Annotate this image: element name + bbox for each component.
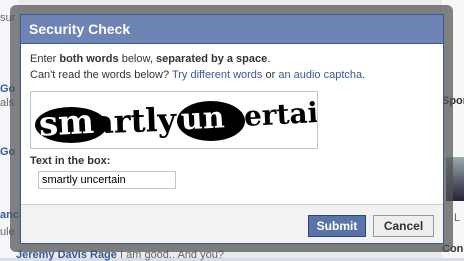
svg-text:un: un <box>180 100 226 137</box>
security-check-dialog: Security Check Enter both words below, s… <box>20 14 444 244</box>
submit-button[interactable]: Submit <box>308 215 366 237</box>
instruction-suffix: . <box>267 53 271 65</box>
captcha-input[interactable]: smartly uncertain <box>38 171 176 189</box>
bg-text: L <box>454 212 461 224</box>
help-middle: or <box>262 69 279 81</box>
dialog-body: Enter both words below, separated by a s… <box>21 44 443 189</box>
audio-captcha-link[interactable]: an audio captcha <box>278 69 362 81</box>
captcha-image: sm artly un certain <box>30 91 339 149</box>
instruction-prefix: Enter <box>30 53 60 65</box>
instruction-middle: below, <box>118 53 156 65</box>
svg-text:sm: sm <box>38 102 95 145</box>
captcha-drawing: sm artly un certain <box>35 95 339 145</box>
help-suffix: . <box>362 69 366 81</box>
instruction-bold: both words <box>59 53 119 65</box>
try-different-words-link[interactable]: Try different words <box>172 69 262 81</box>
dialog-title: Security Check <box>21 15 443 44</box>
dialog-footer: Submit Cancel <box>21 204 443 243</box>
svg-text:certain: certain <box>226 95 317 134</box>
help-text: Can't read the words below? Try differen… <box>30 68 434 83</box>
svg-text:artly: artly <box>92 100 178 141</box>
cancel-button[interactable]: Cancel <box>373 215 434 237</box>
instruction-bold: separated by a space <box>155 53 268 65</box>
help-prefix: Can't read the words below? <box>30 69 172 81</box>
instruction-text: Enter both words below, separated by a s… <box>30 52 434 67</box>
input-label: Text in the box: <box>30 155 111 167</box>
